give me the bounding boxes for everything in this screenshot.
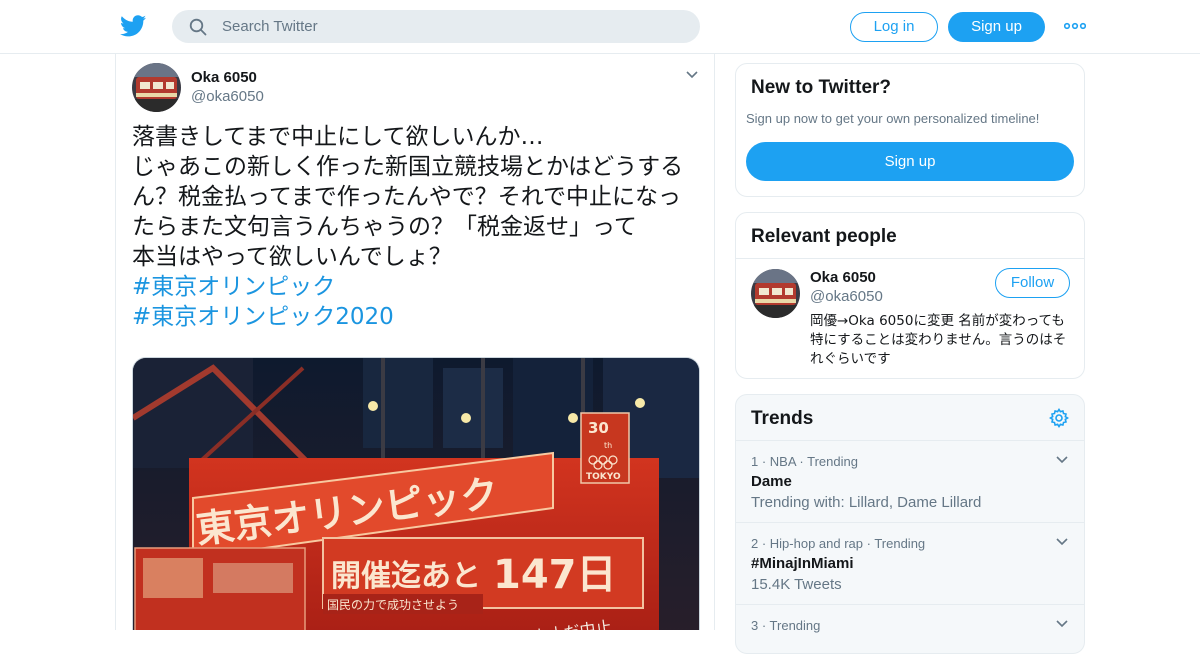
trend-meta: 1 · NBA · Trending: [751, 454, 858, 469]
badge-city: TOKYO: [586, 472, 621, 482]
hashtag-link[interactable]: #東京オリンピック2020: [132, 302, 704, 332]
author-handle[interactable]: @oka6050: [191, 88, 264, 105]
sign-bottom-text: 国民の力で成功させよう: [327, 598, 459, 612]
search-box[interactable]: [172, 10, 700, 43]
tweet-photo[interactable]: 東京オリンピック 30 th TOKYO 開催迄あと 147日 国民の力で成功さ…: [132, 357, 700, 630]
person-handle[interactable]: @oka6050: [810, 288, 883, 305]
trend-context: Trending with: Lillard, Dame Lillard: [751, 494, 982, 511]
tweet-text-line: たらまた文句言うんちゃうの？「税金返せ」って: [132, 214, 637, 240]
person-name[interactable]: Oka 6050: [810, 269, 876, 286]
tweet-text-line: 本当はやって欲しいんでしょ？: [132, 244, 452, 270]
tweet-text-line: ん？税金払ってまで作ったんやで？それで中止になっ: [132, 184, 682, 210]
badge-suffix: th: [604, 441, 612, 450]
trend-name[interactable]: #MinajInMiami: [751, 555, 854, 572]
relevant-people-card: Relevant people Oka 6050 @oka6050 Follow…: [735, 212, 1085, 379]
trend-item[interactable]: 2 · Hip-hop and rap · Trending #MinajInM…: [736, 522, 1084, 604]
chevron-down-icon[interactable]: [1055, 455, 1069, 465]
search-input[interactable]: [222, 10, 682, 43]
top-navigation-bar: Log in Sign up: [0, 0, 1200, 54]
search-icon: [189, 18, 207, 36]
trend-item[interactable]: 3 · Trending: [736, 604, 1084, 653]
trends-card: Trends 1 · NBA · Trending Dame Trending …: [735, 394, 1085, 654]
chevron-down-icon[interactable]: [1055, 537, 1069, 547]
tweet-card: Oka 6050 @oka6050 落書きしてまで中止にして欲しいんか… じゃあ…: [115, 54, 715, 630]
trends-title: Trends: [751, 408, 814, 429]
tweet-text-line: 落書きしてまで中止にして欲しいんか…: [132, 124, 544, 150]
settings-gear-icon[interactable]: [1049, 408, 1069, 428]
trend-context: 15.4K Tweets: [751, 576, 842, 593]
follow-button[interactable]: Follow: [995, 268, 1070, 298]
twitter-bird-icon[interactable]: [120, 14, 146, 38]
login-button[interactable]: Log in: [850, 12, 938, 42]
badge-number: 30: [588, 419, 609, 437]
person-avatar[interactable]: [751, 269, 800, 318]
new-to-twitter-card: New to Twitter? Sign up now to get your …: [735, 63, 1085, 197]
signup-card-button[interactable]: Sign up: [746, 142, 1074, 181]
trend-meta: 2 · Hip-hop and rap · Trending: [751, 536, 926, 551]
trend-meta: 3 · Trending: [751, 618, 821, 633]
chevron-down-icon[interactable]: [1055, 619, 1069, 629]
chevron-down-icon[interactable]: [685, 70, 699, 80]
more-options-icon[interactable]: [1064, 20, 1086, 32]
tweet-text: 落書きしてまで中止にして欲しいんか… じゃあこの新しく作った新国立競技場とかはど…: [132, 122, 704, 332]
sign-countdown-label: 開催迄あと: [331, 559, 481, 594]
author-avatar[interactable]: [132, 63, 181, 112]
new-to-twitter-subtitle: Sign up now to get your own personalized…: [746, 111, 1040, 126]
trend-name[interactable]: Dame: [751, 473, 792, 490]
divider: [736, 258, 1084, 259]
sign-days-text: 147日: [493, 552, 617, 598]
hashtag-link[interactable]: #東京オリンピック: [132, 272, 704, 302]
tweet-text-line: じゃあこの新しく作った新国立競技場とかはどうする: [132, 154, 684, 180]
relevant-people-title: Relevant people: [751, 226, 897, 247]
person-bio: 岡優→Oka 6050に変更 名前が変わっても特にすることは変わりません。言うの…: [810, 313, 1067, 367]
author-name[interactable]: Oka 6050: [191, 69, 257, 86]
new-to-twitter-title: New to Twitter?: [751, 77, 892, 98]
signup-button[interactable]: Sign up: [948, 12, 1045, 42]
trend-item[interactable]: 1 · NBA · Trending Dame Trending with: L…: [736, 440, 1084, 522]
